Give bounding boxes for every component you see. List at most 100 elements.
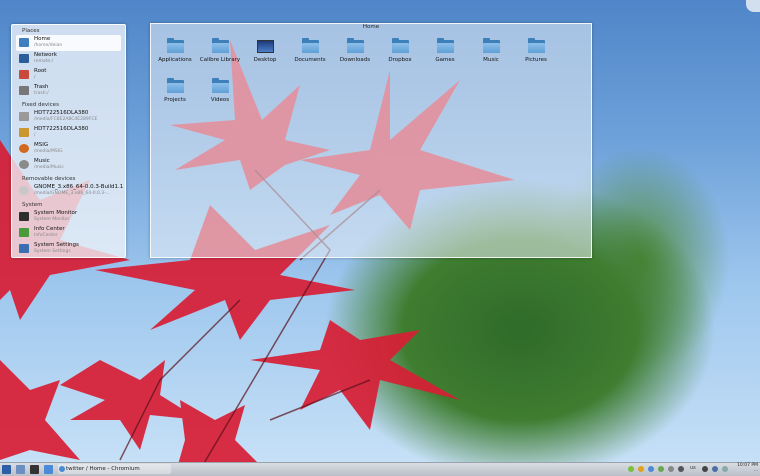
folder-calibre-library[interactable]: Calibre Library [198,38,242,68]
tray-dropbox-icon[interactable] [648,466,654,472]
system-item-info-center[interactable]: Info Center InfoCenter [16,225,121,241]
terminal-icon[interactable] [30,465,39,474]
folder-icon [211,38,229,53]
folder-projects[interactable]: Projects [153,78,197,108]
folder-label: Calibre Library [199,57,241,63]
folder-music[interactable]: Music [469,38,513,68]
folder-documents[interactable]: Documents [288,38,332,68]
folder-applications[interactable]: Applications [153,38,197,68]
system-item-settings[interactable]: System Settings System Settings [16,241,121,257]
places-section-header: Places [22,28,40,34]
folder-pictures[interactable]: Pictures [514,38,558,68]
places-panel: Places Home /home/deian Network remote:/… [11,24,126,258]
device-item-hdd1[interactable]: HDT722516DLA380 /media/FC8E2A8C4E289FCE [16,109,121,125]
device-name: MSIG [34,142,49,148]
device-name: HDT722516DLA380 [34,110,89,116]
folder-label: Games [435,57,455,63]
keyboard-layout-indicator[interactable]: us [690,465,696,471]
home-folder-icon [19,38,29,47]
folder-label: Projects [164,97,186,103]
folder-icon [301,38,319,53]
system-name: System Monitor [34,210,78,216]
drive-icon [19,144,29,153]
chromium-icon [59,466,65,472]
trash-icon [19,86,29,95]
place-item-trash[interactable]: Trash trash:/ [16,83,121,99]
device-path: /media/GNOME_3.x86_64-0.0.3-... [34,191,111,196]
device-item-msig[interactable]: MSIG /media/MSIG [16,141,121,157]
folder-label: Documents [294,57,326,63]
tray-device-icon[interactable] [678,466,684,472]
battery-icon[interactable] [712,466,718,472]
system-monitor-icon [19,212,29,221]
place-path: /home/deian [34,43,63,48]
place-item-root[interactable]: Root / [16,67,121,83]
device-path: /media/FC8E2A8C4E289FCE [34,117,98,122]
place-name: Trash [34,84,49,90]
device-path: /media/Music [34,165,64,170]
place-name: Root [34,68,47,74]
taskbar: twitter / Home - Chromium us 10:07 PM ..… [0,462,760,476]
folder-icon [391,38,409,53]
device-item-hdd2[interactable]: HDT722516DLA380 / [16,125,121,141]
drive-icon [19,160,29,169]
tray-check-icon[interactable] [658,466,664,472]
folder-desktop[interactable]: Desktop [243,40,287,68]
removable-devices-header: Removable devices [22,176,76,182]
folder-label: Dropbox [388,57,412,63]
system-name: System Settings [34,242,79,248]
system-desc: System Settings [34,249,71,254]
place-name: Network [34,52,57,58]
window-title: Home [362,24,380,30]
kde-menu-icon[interactable] [2,465,11,474]
place-item-network[interactable]: Network remote:/ [16,51,121,67]
place-name: Home [34,36,51,42]
file-manager-icon[interactable] [16,465,25,474]
browser-icon[interactable] [44,465,53,474]
device-name: Music [34,158,50,164]
place-path: remote:/ [34,59,54,64]
clock-date: ... [753,468,758,473]
hard-drive-icon [19,128,29,137]
tray-update-icon[interactable] [638,466,644,472]
place-path: trash:/ [34,91,49,96]
info-center-icon [19,228,29,237]
place-path: / [34,75,36,80]
taskbar-task-chromium[interactable]: twitter / Home - Chromium [58,464,171,474]
folder-icon [211,78,229,93]
device-name: GNOME_3.x86_64-0.0.3-Build1.1 [34,184,124,190]
folder-label: Desktop [253,57,277,63]
network-icon [19,54,29,63]
notifications-icon[interactable] [722,466,728,472]
system-desc: InfoCenter [34,233,58,238]
folder-dropbox[interactable]: Dropbox [378,38,422,68]
folder-icon [166,38,184,53]
device-path: / [34,133,36,138]
hard-drive-icon [19,112,29,121]
folder-label: Pictures [525,57,547,63]
tray-status-icon[interactable] [628,466,634,472]
desktop-corner-button[interactable] [746,0,760,12]
folder-icon [346,38,364,53]
system-name: Info Center [34,226,65,232]
home-folder-window: Home Applications Calibre Library Deskto… [150,23,592,258]
folder-videos[interactable]: Videos [198,78,242,108]
device-item-removable[interactable]: GNOME_3.x86_64-0.0.3-Build1.1 /media/GNO… [16,183,124,199]
device-path: /media/MSIG [34,149,63,154]
folder-label: Music [483,57,499,63]
system-item-monitor[interactable]: System Monitor System Monitor [16,209,121,225]
folder-icon [166,78,184,93]
settings-icon [19,244,29,253]
volume-icon[interactable] [702,466,708,472]
device-item-music[interactable]: Music /media/Music [16,157,121,173]
folder-icon [527,38,545,53]
desktop-icon [256,40,274,53]
optical-disc-icon [19,186,29,195]
clock[interactable]: 10:07 PM ... [737,463,758,473]
folder-downloads[interactable]: Downloads [333,38,377,68]
tray-network-icon[interactable] [668,466,674,472]
place-item-home[interactable]: Home /home/deian [16,35,121,51]
root-folder-icon [19,70,29,79]
folder-games[interactable]: Games [423,38,467,68]
system-desc: System Monitor [34,217,70,222]
